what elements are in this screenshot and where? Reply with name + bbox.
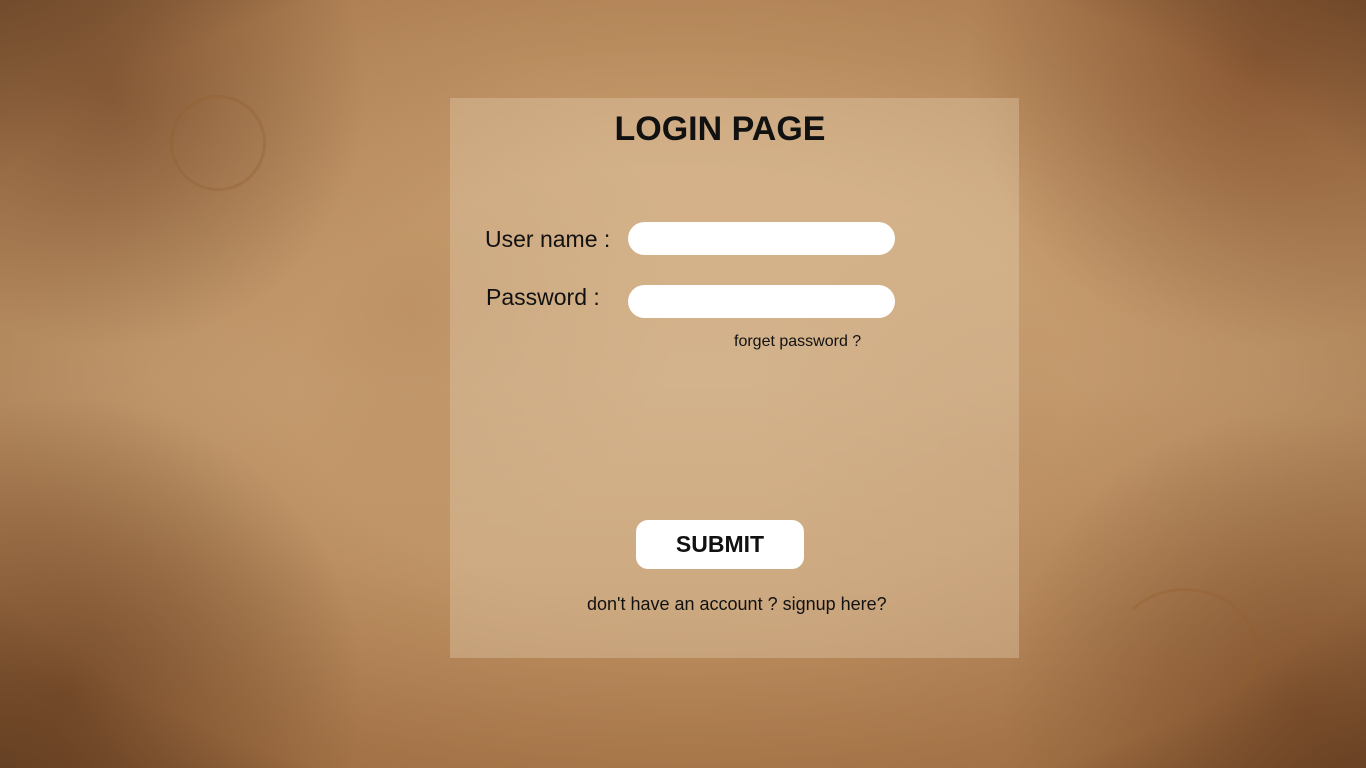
- coffee-stain-top-left: [170, 95, 266, 191]
- password-label: Password :: [486, 284, 600, 310]
- forgot-password-link[interactable]: forget password ?: [734, 333, 861, 351]
- login-panel: [450, 98, 1019, 658]
- username-input[interactable]: [628, 222, 895, 255]
- coffee-stain-bottom-right: [1112, 588, 1258, 714]
- submit-button[interactable]: SUBMIT: [636, 520, 804, 569]
- signup-link[interactable]: don't have an account ? signup here?: [587, 594, 887, 615]
- page-background: { "login": { "title": "LOGIN PAGE", "use…: [0, 0, 1366, 768]
- username-label: User name :: [485, 226, 611, 252]
- page-title: LOGIN PAGE: [614, 110, 826, 148]
- password-input[interactable]: [628, 285, 895, 318]
